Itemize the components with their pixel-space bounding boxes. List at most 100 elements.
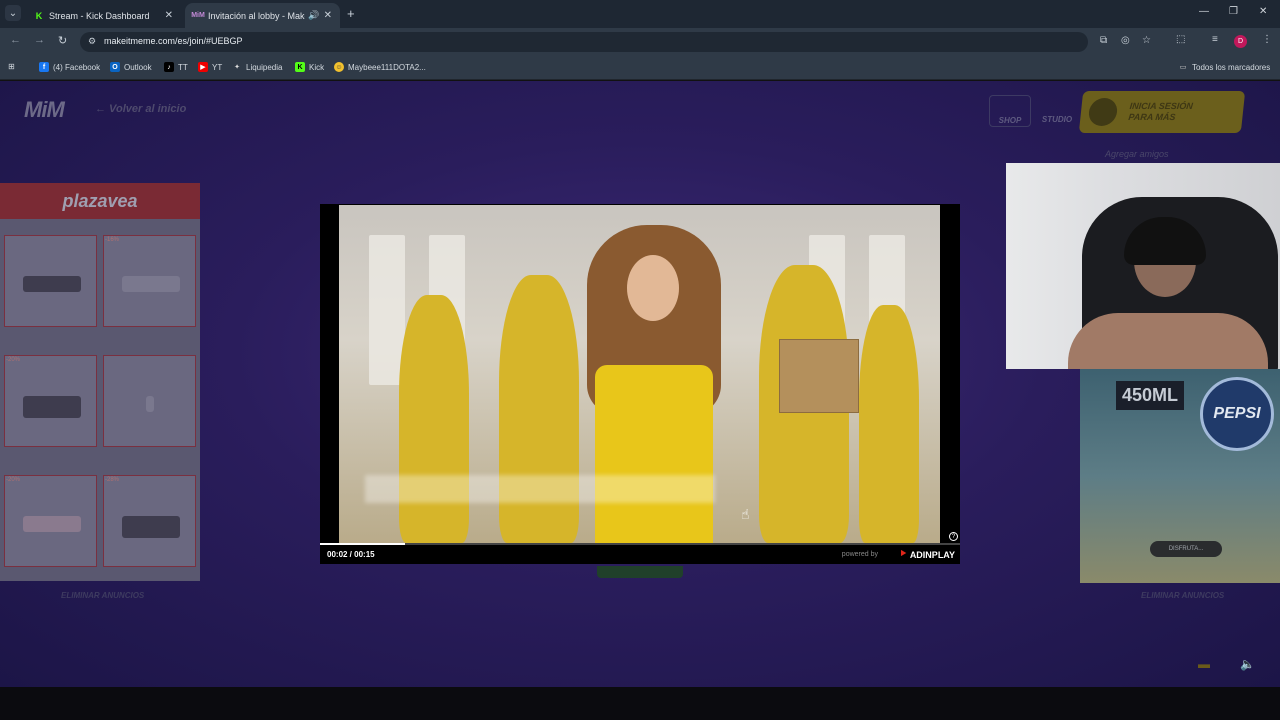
close-tab-icon[interactable]: ✕ xyxy=(165,10,173,21)
help-icon[interactable]: ? xyxy=(949,532,958,541)
pepsi-logo: PEPSI xyxy=(1200,377,1274,451)
cardboard-box xyxy=(779,339,859,413)
ad-product[interactable]: -16% xyxy=(103,235,196,327)
tracking-icon[interactable]: ◎ xyxy=(1121,35,1130,46)
remove-ads-right-link[interactable]: ELIMINAR ANUNCIOS xyxy=(1141,591,1224,600)
bookmark-yt[interactable]: ▶ YT xyxy=(198,62,222,72)
bookmark-label: Todos los marcadores xyxy=(1192,62,1271,72)
login-button[interactable]: INICIA SESIÓN PARA MÁS xyxy=(1078,91,1246,133)
video-ad-player[interactable]: ? 00:02 / 00:15 powered by ⯈ ADINPLAY xyxy=(320,204,960,564)
media-icon[interactable]: ≡ xyxy=(1212,34,1218,45)
bookmark-label: Maybeee111DOTA2... xyxy=(348,62,426,72)
adinplay-label: ADINPLAY xyxy=(909,549,955,560)
discount-badge: -20% xyxy=(6,357,21,363)
tab-title: Invitación al lobby - Make xyxy=(208,10,306,21)
studio-button[interactable]: STUDIO xyxy=(1037,95,1077,127)
shop-label: SHOP xyxy=(998,116,1022,125)
browser-toolbar: ← → ↻ ⚙ makeitmeme.com/es/join/#UEBGP ⧉ … xyxy=(0,28,1280,56)
speaker-icon[interactable]: 🔊 xyxy=(308,10,319,21)
shop-button[interactable]: SHOP xyxy=(989,95,1031,127)
video-frame[interactable] xyxy=(339,205,940,543)
hidden-start-button[interactable] xyxy=(597,566,683,578)
minimize-icon[interactable]: — xyxy=(1199,6,1209,17)
ad-product[interactable]: -20% xyxy=(4,355,97,447)
tab-search-icon[interactable]: ⌄ xyxy=(5,5,21,21)
product-image xyxy=(122,516,180,538)
person-body xyxy=(1068,313,1268,369)
site-info-icon[interactable]: ⚙ xyxy=(88,36,96,47)
liquipedia-icon: ✦ xyxy=(234,64,240,71)
video-time: 00:02 / 00:15 xyxy=(327,550,375,559)
bookmarks-bar: ⊞ f (4) Facebook O Outlook ♪ TT ▶ YT ✦ Liquip… xyxy=(0,56,1280,80)
site-logo[interactable]: MiM xyxy=(24,97,65,123)
address-bar[interactable]: ⚙ makeitmeme.com/es/join/#UEBGP ⧉ ◎ ☆ xyxy=(80,32,1151,52)
all-bookmarks[interactable]: ▭ Todos los marcadores xyxy=(1178,62,1271,72)
bookmark-facebook[interactable]: f (4) Facebook xyxy=(39,62,100,72)
bottom-bar xyxy=(0,687,1280,720)
forward-icon[interactable]: → xyxy=(34,34,45,46)
close-tab-icon[interactable]: ✕ xyxy=(324,10,332,21)
bookmark-kick[interactable]: K Kick xyxy=(295,62,324,72)
ad-product[interactable] xyxy=(4,235,97,327)
back-to-home-link[interactable]: ← Volver al inicio xyxy=(95,103,186,115)
close-window-icon[interactable]: ✕ xyxy=(1259,6,1267,17)
hand-cursor-icon: ☝ xyxy=(741,506,750,522)
studio-label: STUDIO xyxy=(1041,115,1073,124)
ad-product[interactable]: -28% xyxy=(103,475,196,567)
outlook-icon: O xyxy=(110,62,120,72)
tab-kick-dashboard[interactable]: K Stream - Kick Dashboard ✕ xyxy=(26,3,181,28)
bookmark-liquipedia[interactable]: ✦ Liquipedia xyxy=(232,62,282,72)
discount-badge: -20% xyxy=(6,477,21,483)
product-image xyxy=(23,516,81,532)
ad-product[interactable]: -20% xyxy=(4,475,97,567)
ad-cta-button[interactable]: DISFRUTA... xyxy=(1150,541,1222,557)
webcam-overlay xyxy=(1006,163,1280,369)
volume-icon[interactable]: 🔈 xyxy=(1240,657,1255,671)
add-friends-link[interactable]: Agregar amigos xyxy=(1105,149,1169,159)
dancer-figure xyxy=(859,305,919,543)
keyboard-icon[interactable]: ▬ xyxy=(1198,657,1210,671)
profile-avatar[interactable]: D xyxy=(1234,35,1247,48)
bookmark-tt[interactable]: ♪ TT xyxy=(164,62,188,72)
video-progress-bar[interactable] xyxy=(320,543,960,545)
bookmark-label: TT xyxy=(178,62,188,72)
menu-icon[interactable]: ⋮ xyxy=(1262,34,1272,45)
product-image xyxy=(23,276,81,292)
ad-volume-text: 450ML xyxy=(1116,381,1185,410)
tiktok-icon: ♪ xyxy=(164,62,174,72)
login-label-line2: PARA MÁS xyxy=(1127,112,1176,122)
progress-fill xyxy=(320,543,406,545)
tab-makeitmeme[interactable]: MiM Invitación al lobby - Make 🔊 ✕ xyxy=(185,3,340,28)
adinplay-logo[interactable]: ⯈ ADINPLAY xyxy=(899,549,955,560)
kick-icon: K xyxy=(295,62,305,72)
screen: ⌄ K Stream - Kick Dashboard ✕ MiM Invita… xyxy=(0,0,1280,720)
install-icon[interactable]: ⧉ xyxy=(1100,35,1107,46)
product-image xyxy=(146,396,154,412)
ad-product[interactable] xyxy=(103,355,196,447)
mim-icon: MiM xyxy=(191,12,205,19)
blurred-caption xyxy=(365,475,715,503)
bookmark-outlook[interactable]: O Outlook xyxy=(110,62,152,72)
tab-strip: ⌄ K Stream - Kick Dashboard ✕ MiM Invita… xyxy=(0,0,1280,28)
singer-dress xyxy=(595,365,713,543)
bookmark-label: Liquipedia xyxy=(246,62,283,72)
extensions-icon[interactable]: ⬚ xyxy=(1176,34,1185,45)
reload-icon[interactable]: ↻ xyxy=(58,34,67,47)
adinplay-mark-icon: ⯈ xyxy=(898,549,907,560)
right-ad-banner[interactable]: 450ML PEPSI DISFRUTA... xyxy=(1080,369,1280,583)
left-ad-banner[interactable]: plazavea -16% -20% -20% -28% xyxy=(0,183,200,581)
remove-ads-left-link[interactable]: ELIMINAR ANUNCIOS xyxy=(61,591,144,600)
bookmark-maybeee[interactable]: ☺ Maybeee111DOTA2... xyxy=(334,62,426,72)
discount-badge: -16% xyxy=(105,237,120,243)
kick-icon: K xyxy=(35,10,43,21)
facebook-icon: f xyxy=(39,62,49,72)
restore-icon[interactable]: ❐ xyxy=(1229,6,1238,17)
back-icon[interactable]: ← xyxy=(10,34,21,46)
apps-icon[interactable]: ⊞ xyxy=(8,62,15,71)
new-tab-icon[interactable]: + xyxy=(347,6,355,21)
bookmark-star-icon[interactable]: ☆ xyxy=(1142,35,1151,46)
url-text: makeitmeme.com/es/join/#UEBGP xyxy=(104,36,243,46)
product-image xyxy=(122,276,180,292)
product-image xyxy=(23,396,81,418)
discount-badge: -28% xyxy=(105,477,120,483)
